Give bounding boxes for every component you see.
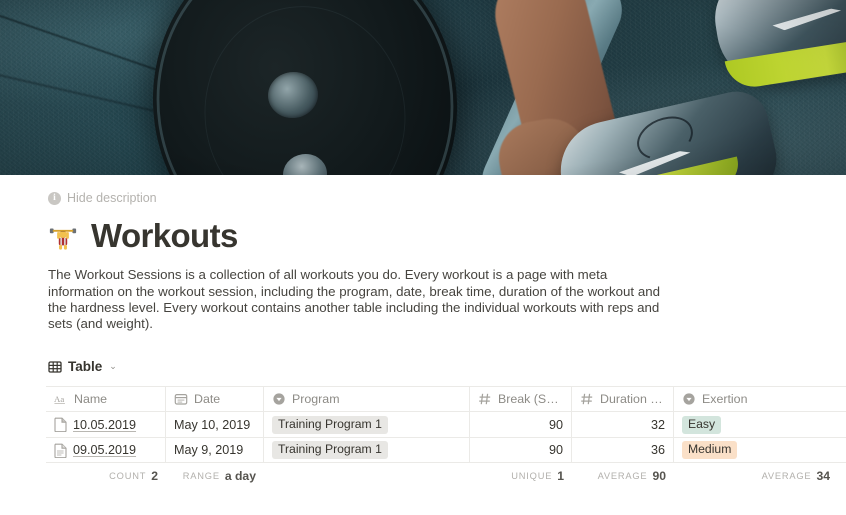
cell-duration[interactable]: 36 [572, 438, 674, 463]
text-type-icon: Aa [54, 392, 68, 406]
hide-description-label: Hide description [67, 191, 157, 205]
page-icon [54, 417, 67, 433]
exertion-tag: Medium [682, 441, 738, 460]
column-header-exertion[interactable]: Exertion [674, 387, 838, 411]
summary-value: 34 [816, 469, 830, 484]
summary-value: 2 [151, 469, 158, 484]
summary-duration[interactable]: Average 90 [572, 463, 674, 489]
cover-vignette [0, 0, 846, 175]
column-header-program[interactable]: Program [264, 387, 470, 412]
weightlifter-emoji[interactable] [48, 221, 80, 251]
column-header-label: Duration (Mi… [600, 392, 665, 407]
cover-image[interactable] [0, 0, 846, 175]
program-tag: Training Program 1 [272, 415, 388, 434]
cell-program[interactable]: Training Program 1 [264, 438, 470, 463]
table-header-row: Aa Name Date Program Break (Sec.) Durati… [46, 386, 846, 412]
column-header-label: Break (Sec.) [498, 392, 563, 407]
summary-exertion[interactable]: Average 34 [674, 463, 838, 489]
summary-name[interactable]: Count 2 [46, 463, 166, 489]
select-type-icon [272, 392, 286, 406]
exertion-tag: Easy [682, 415, 722, 434]
page-icon [54, 443, 67, 459]
view-label: Table [68, 359, 103, 375]
svg-text:Aa: Aa [54, 395, 64, 405]
column-header-label: Program [292, 392, 340, 407]
hide-description-button[interactable]: i Hide description [48, 189, 157, 207]
cell-exertion[interactable]: Easy [674, 412, 838, 437]
cell-break[interactable]: 90 [470, 412, 572, 438]
column-header-name[interactable]: Aa Name [46, 387, 166, 412]
info-icon: i [48, 191, 61, 205]
summary-label: Range [182, 471, 220, 482]
column-header-date[interactable]: Date [166, 387, 264, 412]
cell-name[interactable]: 10.05.2019 [46, 412, 166, 438]
page-description: The Workout Sessions is a collection of … [48, 267, 661, 332]
database-table: Aa Name Date Program Break (Sec.) Durati… [46, 386, 846, 489]
table-row[interactable]: 09.05.2019 May 9, 2019 Training Program … [46, 437, 846, 464]
program-tag: Training Program 1 [272, 441, 388, 460]
number-type-icon [580, 392, 594, 406]
summary-date[interactable]: Range a day [166, 463, 264, 489]
page-title-row: Workouts [48, 217, 846, 254]
summary-label: Average [597, 471, 648, 482]
date-type-icon [174, 392, 188, 406]
summary-label: Count [109, 471, 147, 482]
cell-date[interactable]: May 9, 2019 [166, 438, 264, 463]
table-summary-row: Count 2 Range a day Unique 1 Average 90 … [46, 463, 846, 489]
page-link[interactable]: 10.05.2019 [73, 418, 136, 432]
summary-break[interactable]: Unique 1 [470, 463, 572, 489]
number-type-icon [478, 392, 492, 406]
summary-value: a day [224, 469, 256, 484]
summary-program[interactable] [264, 463, 470, 489]
column-header-label: Date [194, 392, 221, 407]
summary-value: 1 [557, 469, 564, 484]
cell-exertion[interactable]: Medium [674, 438, 838, 462]
cell-date[interactable]: May 10, 2019 [166, 412, 264, 438]
column-header-break[interactable]: Break (Sec.) [470, 387, 572, 412]
summary-label: Unique [511, 471, 553, 482]
page-content: i Hide description Workouts The Workout … [0, 189, 846, 489]
chevron-down-icon: ⌄ [109, 361, 117, 372]
page-link[interactable]: 09.05.2019 [73, 443, 136, 457]
view-tab-table[interactable]: Table ⌄ [48, 359, 117, 374]
table-icon [48, 360, 62, 374]
column-header-label: Exertion [702, 392, 748, 407]
table-row[interactable]: 10.05.2019 May 10, 2019 Training Program… [46, 411, 846, 438]
cell-break[interactable]: 90 [470, 438, 572, 463]
column-header-duration[interactable]: Duration (Mi… [572, 387, 674, 412]
page-title: Workouts [91, 217, 238, 254]
cell-duration[interactable]: 32 [572, 412, 674, 438]
cell-name[interactable]: 09.05.2019 [46, 438, 166, 463]
cell-program[interactable]: Training Program 1 [264, 412, 470, 438]
summary-label: Average [761, 471, 812, 482]
select-type-icon [682, 392, 696, 406]
column-header-label: Name [74, 392, 108, 407]
summary-value: 90 [652, 469, 666, 484]
